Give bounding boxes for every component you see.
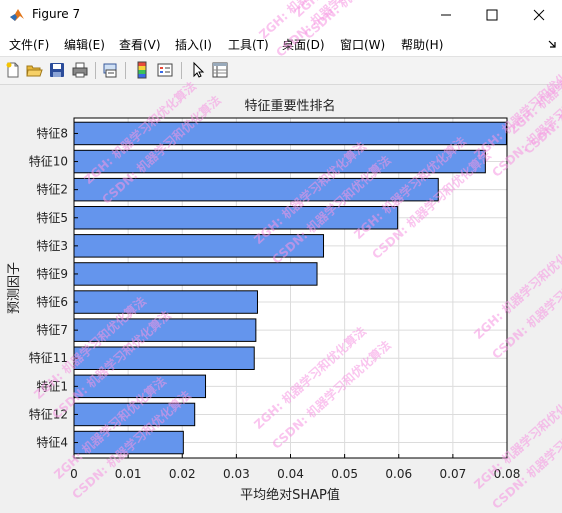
- toolbar-separator: [95, 62, 96, 79]
- menu-insert[interactable]: 插入(I): [175, 36, 212, 53]
- figure-canvas: 0 0.01 0.02 0.03 0.04 0.05 0.06 0.07 0.08 特征8 特征10…: [0, 85, 562, 507]
- property-inspector-icon[interactable]: [211, 61, 229, 79]
- chart-title: 特征重要性排名: [244, 98, 335, 114]
- menu-file[interactable]: 文件(F): [9, 36, 49, 53]
- maximize-icon: [486, 9, 498, 21]
- x-tick-label: 0.08: [494, 467, 521, 481]
- menu-edit[interactable]: 编辑(E): [64, 36, 105, 53]
- print-icon[interactable]: [71, 61, 89, 79]
- x-axis-label: 平均绝对SHAP值: [240, 487, 340, 503]
- bar: [73, 346, 255, 370]
- menu-bar: 文件(F) 编辑(E) 查看(V) 插入(I) 工具(T) 桌面(D) 窗口(W…: [0, 30, 562, 57]
- toolbar: [0, 57, 562, 85]
- menu-help[interactable]: 帮助(H): [401, 36, 443, 53]
- y-tick-label: 特征10: [29, 154, 68, 169]
- y-tick-label: 特征5: [36, 210, 68, 225]
- minimize-button[interactable]: [424, 0, 468, 30]
- toolbar-separator: [125, 62, 126, 79]
- y-tick-label: 特征12: [29, 406, 68, 421]
- y-tick-label: 特征9: [36, 266, 68, 281]
- minimize-icon: [441, 14, 451, 16]
- y-tick-label: 特征2: [36, 182, 68, 197]
- bar: [73, 430, 184, 455]
- toolbar-separator: [181, 62, 182, 79]
- matlab-logo-icon: [10, 9, 24, 21]
- x-tick-label: 0.01: [115, 467, 142, 481]
- x-tick-label: 0.06: [385, 467, 412, 481]
- insert-legend-icon[interactable]: [156, 61, 174, 79]
- menu-window[interactable]: 窗口(W): [340, 36, 385, 53]
- link-plot-icon[interactable]: [101, 61, 119, 79]
- bar: [73, 402, 196, 427]
- x-tick-label: 0.03: [223, 467, 250, 481]
- close-button[interactable]: [517, 0, 561, 30]
- y-tick-label: 特征1: [36, 378, 68, 393]
- maximize-button[interactable]: [470, 0, 514, 30]
- y-tick-label: 特征3: [36, 238, 68, 253]
- x-tick-label: 0.07: [440, 467, 467, 481]
- save-icon[interactable]: [48, 61, 66, 79]
- y-tick-label: 特征11: [29, 350, 68, 365]
- open-file-icon[interactable]: [25, 61, 43, 79]
- bar: [73, 177, 439, 202]
- insert-colorbar-icon[interactable]: [133, 61, 151, 79]
- x-tick-label: 0: [70, 467, 78, 481]
- y-tick-label: 特征4: [36, 435, 68, 450]
- bar: [73, 318, 257, 342]
- y-tick-label: 特征8: [36, 125, 68, 140]
- bar: [73, 374, 207, 399]
- menu-overflow-arrow-icon[interactable]: [546, 37, 558, 49]
- x-tick-label: 0.04: [277, 467, 304, 481]
- menu-view[interactable]: 查看(V): [119, 36, 161, 53]
- bar: [73, 290, 258, 314]
- bar-chart: 0 0.01 0.02 0.03 0.04 0.05 0.06 0.07 0.08 特征8 特征10…: [7, 98, 521, 503]
- bar: [73, 121, 507, 146]
- title-bar: Figure 7: [0, 0, 562, 30]
- bar: [73, 234, 325, 258]
- y-tick-label: 特征7: [36, 322, 68, 337]
- bar: [73, 206, 399, 230]
- menu-desktop[interactable]: 桌面(D): [282, 36, 325, 53]
- y-tick-label: 特征6: [36, 294, 68, 309]
- y-axis-label: 预测因子: [7, 262, 22, 314]
- menu-tools[interactable]: 工具(T): [228, 36, 269, 53]
- pointer-icon[interactable]: [189, 61, 207, 79]
- bar: [73, 262, 318, 286]
- x-tick-label: 0.05: [331, 467, 358, 481]
- x-tick-label: 0.02: [169, 467, 196, 481]
- close-icon: [533, 9, 545, 21]
- new-figure-icon[interactable]: [4, 61, 22, 79]
- window-title: Figure 7: [32, 7, 81, 21]
- bar: [73, 149, 486, 174]
